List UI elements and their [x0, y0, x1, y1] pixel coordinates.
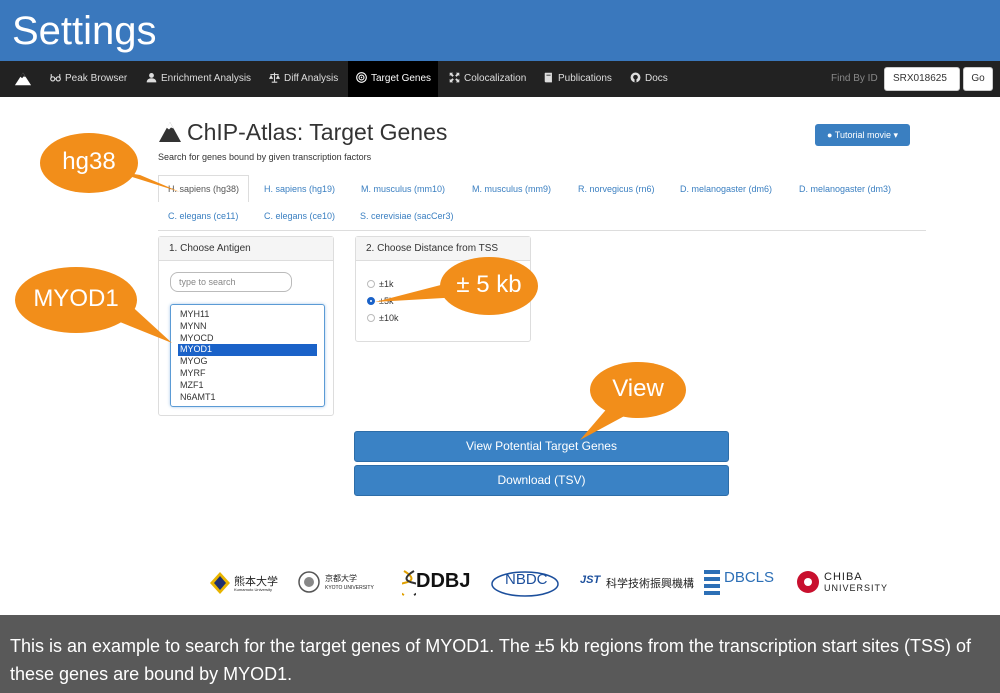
- antigen-option-selected[interactable]: MYOD1: [178, 344, 317, 357]
- dna-helix-icon: [402, 570, 416, 596]
- view-callout: View: [590, 362, 686, 418]
- nav-diff-analysis[interactable]: Diff Analysis: [261, 61, 346, 97]
- banner-title: Settings: [12, 9, 157, 53]
- kumamoto-mark-icon: [210, 572, 230, 594]
- scale-icon: [269, 72, 280, 83]
- target-icon: [356, 72, 367, 83]
- page-subtitle: Search for genes bound by given transcri…: [158, 152, 372, 162]
- antigen-option[interactable]: MYH11: [178, 309, 317, 321]
- tabs-divider: [158, 230, 926, 231]
- antigen-option[interactable]: MYNN: [178, 321, 317, 333]
- mountain-icon: [159, 122, 181, 142]
- distance-callout: ± 5 kb: [440, 257, 538, 315]
- antigen-option[interactable]: MYRF: [178, 368, 317, 380]
- find-by-id-input[interactable]: SRX018625: [884, 67, 960, 91]
- chiba-flower-icon: [797, 571, 819, 593]
- nav-docs[interactable]: Docs: [622, 61, 676, 97]
- nav-colocalization[interactable]: Colocalization: [441, 61, 534, 97]
- tab-mm9[interactable]: M. musculus (mm9): [472, 182, 551, 196]
- settings-banner: Settings: [0, 0, 1000, 61]
- user-icon: [146, 73, 157, 83]
- distance-option-5k[interactable]: ±5k: [367, 296, 393, 306]
- tab-ce10[interactable]: C. elegans (ce10): [264, 209, 335, 223]
- book-icon: [544, 72, 552, 83]
- nav-target-genes[interactable]: Target Genes: [348, 61, 438, 97]
- sponsor-logos: 熊本大学 Kumamoto University 京都大学 KYOTO UNIV…: [206, 566, 906, 600]
- myod1-callout: MYOD1: [15, 267, 137, 333]
- distance-option-1k[interactable]: ±1k: [367, 279, 393, 289]
- radio-button-selected[interactable]: [367, 297, 375, 305]
- antigen-option[interactable]: MZF1: [178, 380, 317, 392]
- go-button[interactable]: Go: [963, 67, 993, 91]
- tab-saccer3[interactable]: S. cerevisiae (sacCer3): [360, 209, 454, 223]
- tutorial-movie-button[interactable]: ● Tutorial movie ▾: [815, 124, 910, 146]
- caret-down-icon: ▾: [890, 130, 898, 140]
- tab-ce11[interactable]: C. elegans (ce11): [168, 209, 238, 223]
- nav-enrichment-analysis[interactable]: Enrichment Analysis: [138, 61, 259, 97]
- antigen-listbox[interactable]: MYH11 MYNN MYOCD MYOD1 MYOG MYRF MZF1 N6…: [170, 304, 325, 407]
- question-circle-icon: ●: [827, 130, 835, 140]
- find-by-id-label: Find By ID: [831, 73, 878, 84]
- top-navbar: Peak Browser Enrichment Analysis Diff An…: [0, 61, 1000, 97]
- nav-publications[interactable]: Publications: [535, 61, 620, 97]
- download-tsv-button[interactable]: Download (TSV): [354, 465, 729, 496]
- hg38-callout: hg38: [40, 133, 138, 193]
- github-icon: [630, 72, 641, 83]
- distance-option-10k[interactable]: ±10k: [367, 313, 398, 323]
- tab-rn6[interactable]: R. norvegicus (rn6): [578, 182, 655, 196]
- view-target-genes-button[interactable]: View Potential Target Genes: [354, 431, 729, 462]
- caption-bar: This is an example to search for the tar…: [0, 615, 1000, 693]
- antigen-panel: 1. Choose Antigen type to search MYH11 M…: [158, 236, 334, 416]
- antigen-option[interactable]: MYOG: [178, 356, 317, 368]
- antigen-option[interactable]: MYOCD: [178, 333, 317, 345]
- kyoto-mark-icon: [298, 571, 320, 593]
- antigen-panel-heading: 1. Choose Antigen: [159, 237, 333, 261]
- antigen-search-input[interactable]: type to search: [170, 272, 292, 292]
- radio-button[interactable]: [367, 314, 375, 322]
- caption-text: This is an example to search for the tar…: [10, 636, 971, 684]
- tab-dm6[interactable]: D. melanogaster (dm6): [680, 182, 772, 196]
- dbcls-mark-icon: [704, 570, 720, 595]
- tab-dm3[interactable]: D. melanogaster (dm3): [799, 182, 891, 196]
- page-title: ChIP-Atlas: Target Genes: [158, 118, 447, 146]
- tab-hg19[interactable]: H. sapiens (hg19): [264, 182, 335, 196]
- glasses-icon: [50, 74, 61, 82]
- antigen-option[interactable]: N6AMT1: [178, 392, 317, 404]
- tab-mm10[interactable]: M. musculus (mm10): [361, 182, 445, 196]
- radio-button[interactable]: [367, 280, 375, 288]
- arrows-icon: [449, 72, 460, 83]
- mountain-logo-icon[interactable]: [14, 70, 32, 88]
- tab-hg38[interactable]: H. sapiens (hg38): [158, 175, 250, 202]
- nav-peak-browser[interactable]: Peak Browser: [42, 61, 135, 97]
